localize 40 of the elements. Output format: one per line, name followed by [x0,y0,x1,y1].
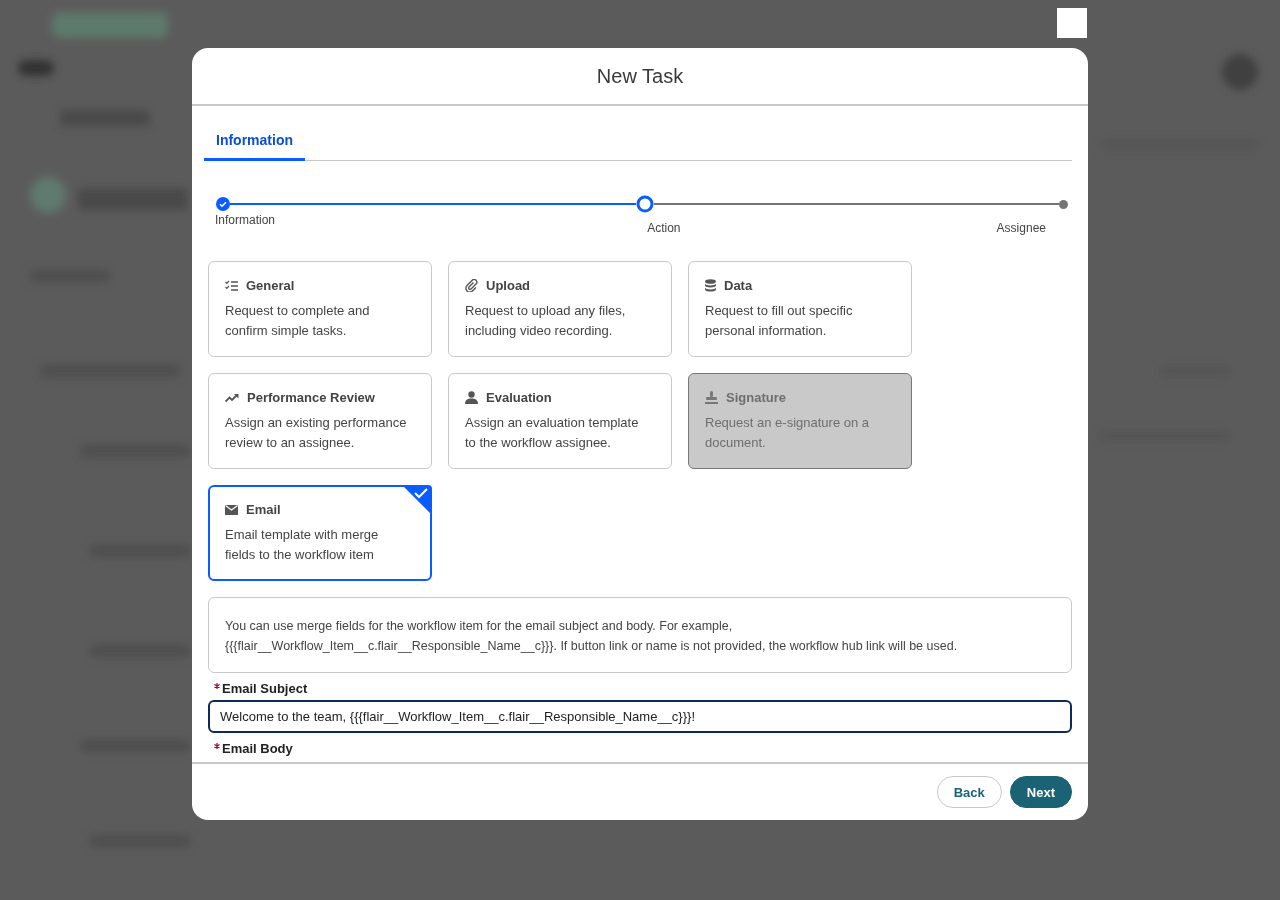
task-type-card[interactable]: Upload Request to upload any files, including video recording. [448,261,672,357]
paperclip-icon [465,279,478,292]
card-description: Request an e-signature on a document. [705,414,871,452]
back-button[interactable]: Back [936,776,1002,808]
card-title: Data [724,278,753,293]
task-type-card[interactable]: Evaluation Assign an evaluation template to the workflow assignee. [448,373,672,469]
field-label: Email Subject [222,681,308,696]
trend-up-icon [225,392,239,403]
task-type-card[interactable]: Performance Review Assign an existing performance review to an assignee. [208,373,432,469]
card-title: Performance Review [247,390,375,405]
envelope-icon [225,504,238,515]
task-type-card[interactable]: Data Request to fill out specific personal information. [688,261,912,357]
card-description: Request to complete and confirm simple tasks. [225,302,371,340]
card-title: Evaluation [486,390,552,405]
database-icon [705,279,716,292]
next-button[interactable]: Next [1009,776,1072,808]
stamp-icon [705,391,718,404]
card-title: Email [246,502,281,517]
card-description: Email template with merge fields to the workflow item [225,526,380,564]
card-title: General [246,278,295,293]
task-type-card[interactable]: Email Email template with merge fields to the workflow item [208,485,432,581]
step-label: Assignee [996,221,1046,235]
step-label: Action [647,221,681,235]
card-description: Assign an existing performance review to an assignee. [225,414,408,452]
card-title: Upload [486,278,531,293]
email-subject-field[interactable]: Welcome to the team, {{{flair__Workflow_Item__c.flair__Responsible_Name__c}}}! [208,700,1072,733]
card-description: Assign an evaluation template to the workflow assignee. [465,414,640,452]
modal-title: New Task [596,64,684,88]
card-description: Request to fill out specific personal information. [705,302,854,340]
card-description: Request to upload any files, including video recording. [465,302,627,340]
tab[interactable]: Information [204,126,305,161]
blank-tile [1057,8,1087,38]
checklist-icon [225,279,238,292]
field-label: Email Body [222,741,293,756]
person-icon [465,391,478,404]
card-title: Signature [726,390,786,405]
step-label: Information [215,213,276,229]
task-type-card[interactable]: General Request to complete and confirm simple tasks. [208,261,432,357]
info-text: You can use merge fields for the workflow item for the email subject and body. For example, {{{flair__Workflow_Item__c.flair__Responsible_Name__c}}}. If button link or name is not provided, the workflow hub link will be used. [225,618,959,655]
selected-check-icon [402,485,432,515]
